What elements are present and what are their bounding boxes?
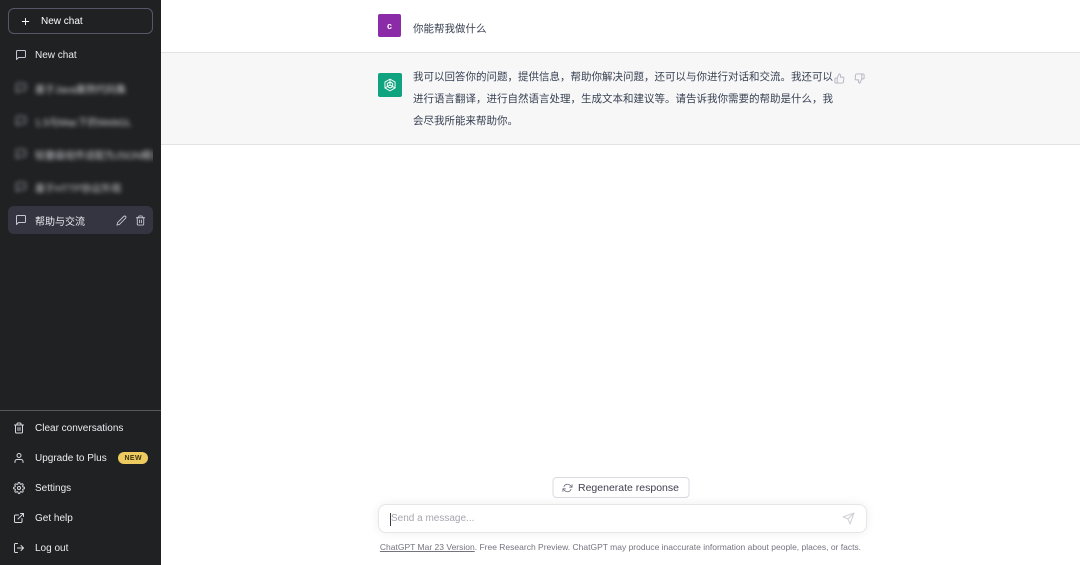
chat-main: c 你能帮我做什么 我可以回答你的问题，提供信息，帮助你解决问题，还可以与你进行…: [161, 0, 1080, 565]
footer-text: . Free Research Preview. ChatGPT may pro…: [475, 542, 861, 552]
text-caret: [390, 513, 391, 526]
chatgpt-app: New chat New chat 基于Java案例代码集 1.5与Mac下的W…: [0, 0, 1080, 565]
upgrade-to-plus-button[interactable]: Upgrade to Plus NEW: [8, 443, 153, 473]
menu-item-label: Get help: [35, 513, 73, 524]
chat-bubble-icon: [15, 115, 27, 127]
gear-icon: [13, 482, 25, 494]
refresh-icon: [562, 483, 572, 493]
history-item-2[interactable]: 1.5与Mac下的WebGL: [8, 107, 153, 135]
user-avatar: c: [378, 14, 401, 37]
chat-bubble-icon: [15, 49, 27, 61]
thumbs-up-icon[interactable]: [834, 73, 845, 84]
chat-history-list: New chat 基于Java案例代码集 1.5与Mac下的WebGL 轻量级组…: [8, 41, 153, 234]
menu-item-label: Settings: [35, 483, 71, 494]
get-help-button[interactable]: Get help: [8, 503, 153, 533]
logout-icon: [13, 542, 25, 554]
history-item-label: 轻量级组件适配为JSON模式工具: [35, 147, 153, 162]
chat-bubble-icon: [15, 82, 27, 94]
new-badge: NEW: [118, 452, 148, 464]
regenerate-label: Regenerate response: [578, 482, 679, 494]
external-link-icon: [13, 512, 25, 524]
history-item-4[interactable]: 基于HTTP协议外观: [8, 173, 153, 201]
send-icon[interactable]: [842, 512, 855, 525]
sidebar-menu: Clear conversations Upgrade to Plus NEW …: [0, 410, 161, 563]
version-link[interactable]: ChatGPT Mar 23 Version: [380, 542, 475, 552]
assistant-message-text: 我可以回答你的问题，提供信息，帮助你解决问题，还可以与你进行对话和交流。我还可以…: [413, 66, 843, 132]
history-item-label: New chat: [35, 50, 77, 61]
history-item-label: 基于Java案例代码集: [35, 81, 126, 96]
history-item-label: 帮助与交流: [35, 213, 85, 228]
menu-item-label: Clear conversations: [35, 423, 123, 434]
chatgpt-logo-icon: [378, 73, 402, 97]
clear-conversations-button[interactable]: Clear conversations: [8, 413, 153, 443]
regenerate-response-button[interactable]: Regenerate response: [552, 477, 689, 498]
history-item-help-chat[interactable]: 帮助与交流: [8, 206, 153, 234]
history-item-new-chat[interactable]: New chat: [8, 41, 153, 69]
menu-item-label: Log out: [35, 543, 68, 554]
history-item-actions: [116, 206, 146, 234]
history-item-label: 1.5与Mac下的WebGL: [35, 114, 132, 129]
user-message-text: 你能帮我做什么: [413, 21, 487, 36]
chat-bubble-icon: [15, 148, 27, 160]
trash-icon: [13, 422, 25, 434]
settings-button[interactable]: Settings: [8, 473, 153, 503]
pencil-icon[interactable]: [116, 215, 127, 226]
history-item-3[interactable]: 轻量级组件适配为JSON模式工具: [8, 140, 153, 168]
history-item-1[interactable]: 基于Java案例代码集: [8, 74, 153, 102]
new-chat-button[interactable]: New chat: [8, 8, 153, 34]
chat-bubble-icon: [15, 214, 27, 226]
log-out-button[interactable]: Log out: [8, 533, 153, 563]
assistant-message-row: 我可以回答你的问题，提供信息，帮助你解决问题，还可以与你进行对话和交流。我还可以…: [161, 52, 1080, 145]
trash-icon[interactable]: [135, 215, 146, 226]
plus-icon: [20, 16, 31, 27]
menu-item-label: Upgrade to Plus: [35, 453, 107, 464]
thumbs-down-icon[interactable]: [854, 73, 865, 84]
sidebar: New chat New chat 基于Java案例代码集 1.5与Mac下的W…: [0, 0, 161, 565]
footer-disclaimer: ChatGPT Mar 23 Version. Free Research Pr…: [161, 542, 1080, 552]
user-message-row: c 你能帮我做什么: [161, 0, 1080, 52]
chat-bubble-icon: [15, 181, 27, 193]
person-icon: [13, 452, 25, 464]
message-feedback: [834, 73, 865, 84]
new-chat-label: New chat: [41, 16, 83, 27]
message-input[interactable]: [379, 505, 866, 532]
history-item-label: 基于HTTP协议外观: [35, 180, 121, 195]
message-input-container: [378, 504, 867, 533]
